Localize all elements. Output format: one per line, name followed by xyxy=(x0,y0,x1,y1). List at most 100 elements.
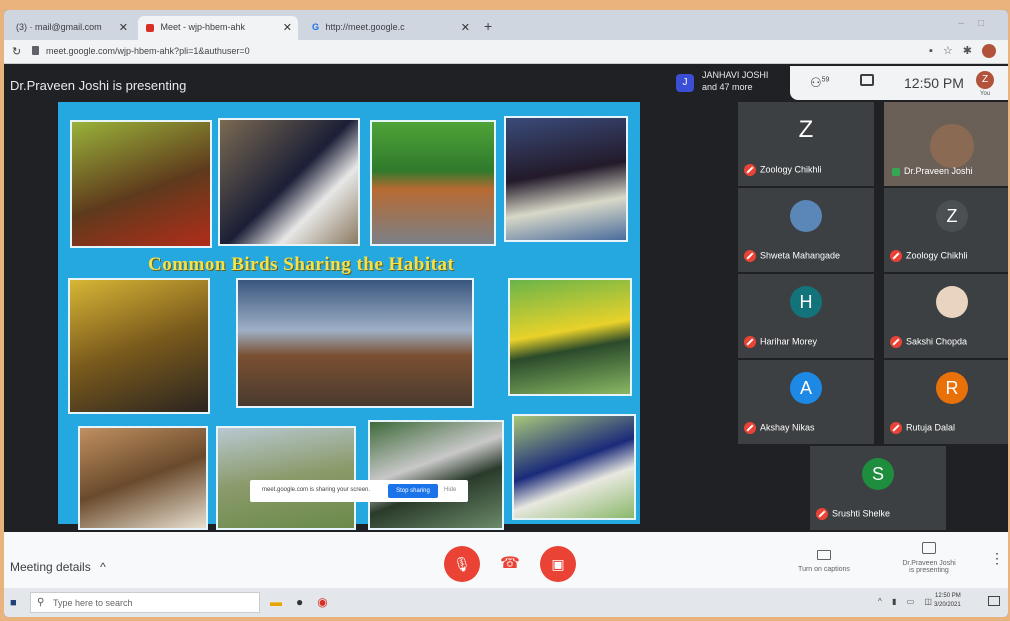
reload-icon[interactable]: ↻ xyxy=(12,45,21,58)
taskbar-date: 3/20/2021 xyxy=(934,602,961,608)
notification-icon[interactable] xyxy=(988,596,1000,606)
participant-tile[interactable]: Shweta Mahangade xyxy=(738,188,874,272)
meeting-details-button[interactable]: Meeting details ^ xyxy=(10,560,106,574)
participant-name: Dr.Praveen Joshi xyxy=(904,166,973,176)
mic-off-icon xyxy=(890,422,902,434)
file-explorer-icon[interactable]: ▬ xyxy=(270,595,296,609)
avatar: Z xyxy=(936,200,968,232)
url-field[interactable]: meet.google.com/wjp-hbem-ahk?pli=1&authu… xyxy=(46,46,250,56)
meeting-details-label: Meeting details xyxy=(10,560,91,574)
tab-meet[interactable]: Meet - wjp-hbem-ahk ✕ xyxy=(138,16,298,40)
presenting-label: Dr.Praveen Joshi is presenting xyxy=(10,78,187,93)
speaking-icon xyxy=(892,167,900,176)
mic-off-icon xyxy=(744,422,756,434)
mic-off-icon xyxy=(890,250,902,262)
mic-toggle-button[interactable]: 🎙 xyxy=(444,546,480,582)
bird-photo-tit xyxy=(368,420,504,530)
captions-label: Turn on captions xyxy=(798,566,850,573)
participant-name: Sakshi Chopda xyxy=(906,336,968,347)
address-bar: ↻ meet.google.com/wjp-hbem-ahk?pli=1&aut… xyxy=(4,40,1008,64)
avatar: J xyxy=(676,74,694,92)
participant-name: Harihar Morey xyxy=(760,336,818,347)
participant-tile[interactable]: Z Zoology Chikhli xyxy=(738,102,874,186)
participant-tile[interactable]: R Rutuja Dalal xyxy=(884,360,1008,444)
camera-toggle-button[interactable]: ▣ xyxy=(540,546,576,582)
bird-photo-myna-2 xyxy=(68,278,210,414)
mic-off-icon xyxy=(744,164,756,176)
more-options-icon[interactable]: ⋮ xyxy=(990,550,1004,567)
taskbar-clock[interactable]: 12:50 PM 3/20/2021 xyxy=(934,592,961,610)
taskbar-search[interactable]: ⚲ Type here to search xyxy=(30,592,260,613)
participant-tile[interactable]: Z Zoology Chikhli xyxy=(884,188,1008,272)
tab-google[interactable]: G http://meet.google.c ✕ xyxy=(304,16,476,40)
participant-tile[interactable]: S Srushti Shelke xyxy=(810,446,946,530)
lock-icon[interactable] xyxy=(32,46,39,55)
avatar: R xyxy=(936,372,968,404)
self-label: You xyxy=(980,91,991,97)
bird-photo-woodpecker xyxy=(78,426,208,530)
close-icon[interactable]: ✕ xyxy=(119,21,128,34)
participant-more: and 47 more xyxy=(702,82,753,92)
google-icon: G xyxy=(312,22,320,32)
mic-off-icon xyxy=(744,336,756,348)
mic-off-icon xyxy=(890,336,902,348)
participant-tile[interactable]: A Akshay Nikas xyxy=(738,360,874,444)
chrome-icon[interactable]: ◉ xyxy=(317,595,341,609)
obs-icon[interactable]: ● xyxy=(296,595,317,609)
avatar: A xyxy=(790,372,822,404)
tab-label: (3) · mail@gmail.com xyxy=(16,22,102,32)
profile-icon[interactable] xyxy=(982,44,996,59)
system-tray-icons[interactable]: ^ ▮ ▭ ◫ xyxy=(878,597,936,606)
participant-tile[interactable]: H Harihar Morey xyxy=(738,274,874,358)
taskbar-time: 12:50 PM xyxy=(935,593,961,599)
participant-tile[interactable]: Dr.Praveen Joshi xyxy=(884,102,1008,186)
captions-button[interactable]: Turn on captions xyxy=(786,550,862,573)
new-tab-icon[interactable]: + xyxy=(484,18,492,34)
stop-sharing-button[interactable]: Stop sharing xyxy=(388,484,438,498)
leave-call-button[interactable]: ☎ xyxy=(492,546,528,582)
tab-gmail[interactable]: (3) · mail@gmail.com ✕ xyxy=(8,16,134,40)
camera-off-icon: ▣ xyxy=(551,556,565,572)
presenter-line1: Dr.Praveen Joshi xyxy=(902,560,956,567)
meet-icon xyxy=(146,23,154,32)
tab-label: Meet - wjp-hbem-ahk xyxy=(160,22,246,32)
browser-toolbar-icons[interactable]: ▪☆✱ xyxy=(929,44,996,59)
bird-photo-magpie xyxy=(218,118,360,246)
screen-share-notice: meet.google.com is sharing your screen. … xyxy=(250,480,468,502)
windows-start-icon[interactable]: ■ xyxy=(10,597,17,609)
participant-name: Shweta Mahangade xyxy=(760,250,841,261)
participant-name: JANHAVI JOSHI xyxy=(702,70,769,80)
participant-name: Zoology Chikhli xyxy=(906,250,968,261)
avatar xyxy=(930,124,974,168)
present-button[interactable]: Dr.Praveen Joshi is presenting xyxy=(894,542,964,574)
avatar xyxy=(790,200,822,232)
pinned-apps[interactable]: ▬●◉ xyxy=(270,595,342,609)
hangup-icon: ☎ xyxy=(500,555,520,572)
window-controls[interactable]: –□ xyxy=(958,18,998,29)
bird-photo-warbler xyxy=(216,426,356,530)
search-icon: ⚲ xyxy=(37,597,45,608)
shared-slide: Common Birds Sharing the Habitat xyxy=(58,102,640,530)
close-icon[interactable]: ✕ xyxy=(461,21,470,34)
meet-top-bar: ⚇59 12:50 PM Z You xyxy=(790,66,1008,100)
hide-button[interactable]: Hide xyxy=(444,487,456,493)
meeting-clock: 12:50 PM xyxy=(904,75,964,91)
presenter-line2: is presenting xyxy=(909,567,949,574)
mic-off-icon xyxy=(816,508,828,520)
bird-photo-bulbul xyxy=(504,116,628,242)
people-button[interactable]: ⚇59 xyxy=(810,75,829,91)
chat-icon[interactable] xyxy=(860,74,874,86)
bird-photo-myna xyxy=(370,120,496,246)
bird-photo-robin xyxy=(70,120,212,248)
avatar: Z xyxy=(798,116,814,143)
share-notice-text: meet.google.com is sharing your screen. xyxy=(262,487,371,493)
participants-summary[interactable]: J JANHAVI JOSHI and 47 more xyxy=(676,68,786,98)
avatar: S xyxy=(862,458,894,490)
self-avatar[interactable]: Z xyxy=(976,71,994,89)
mic-off-icon: 🎙 xyxy=(453,556,471,572)
close-icon[interactable]: ✕ xyxy=(283,21,292,34)
participant-tile[interactable]: Sakshi Chopda xyxy=(884,274,1008,358)
people-icon: ⚇ xyxy=(810,75,822,90)
captions-icon xyxy=(817,550,831,560)
mic-off-icon xyxy=(744,250,756,262)
